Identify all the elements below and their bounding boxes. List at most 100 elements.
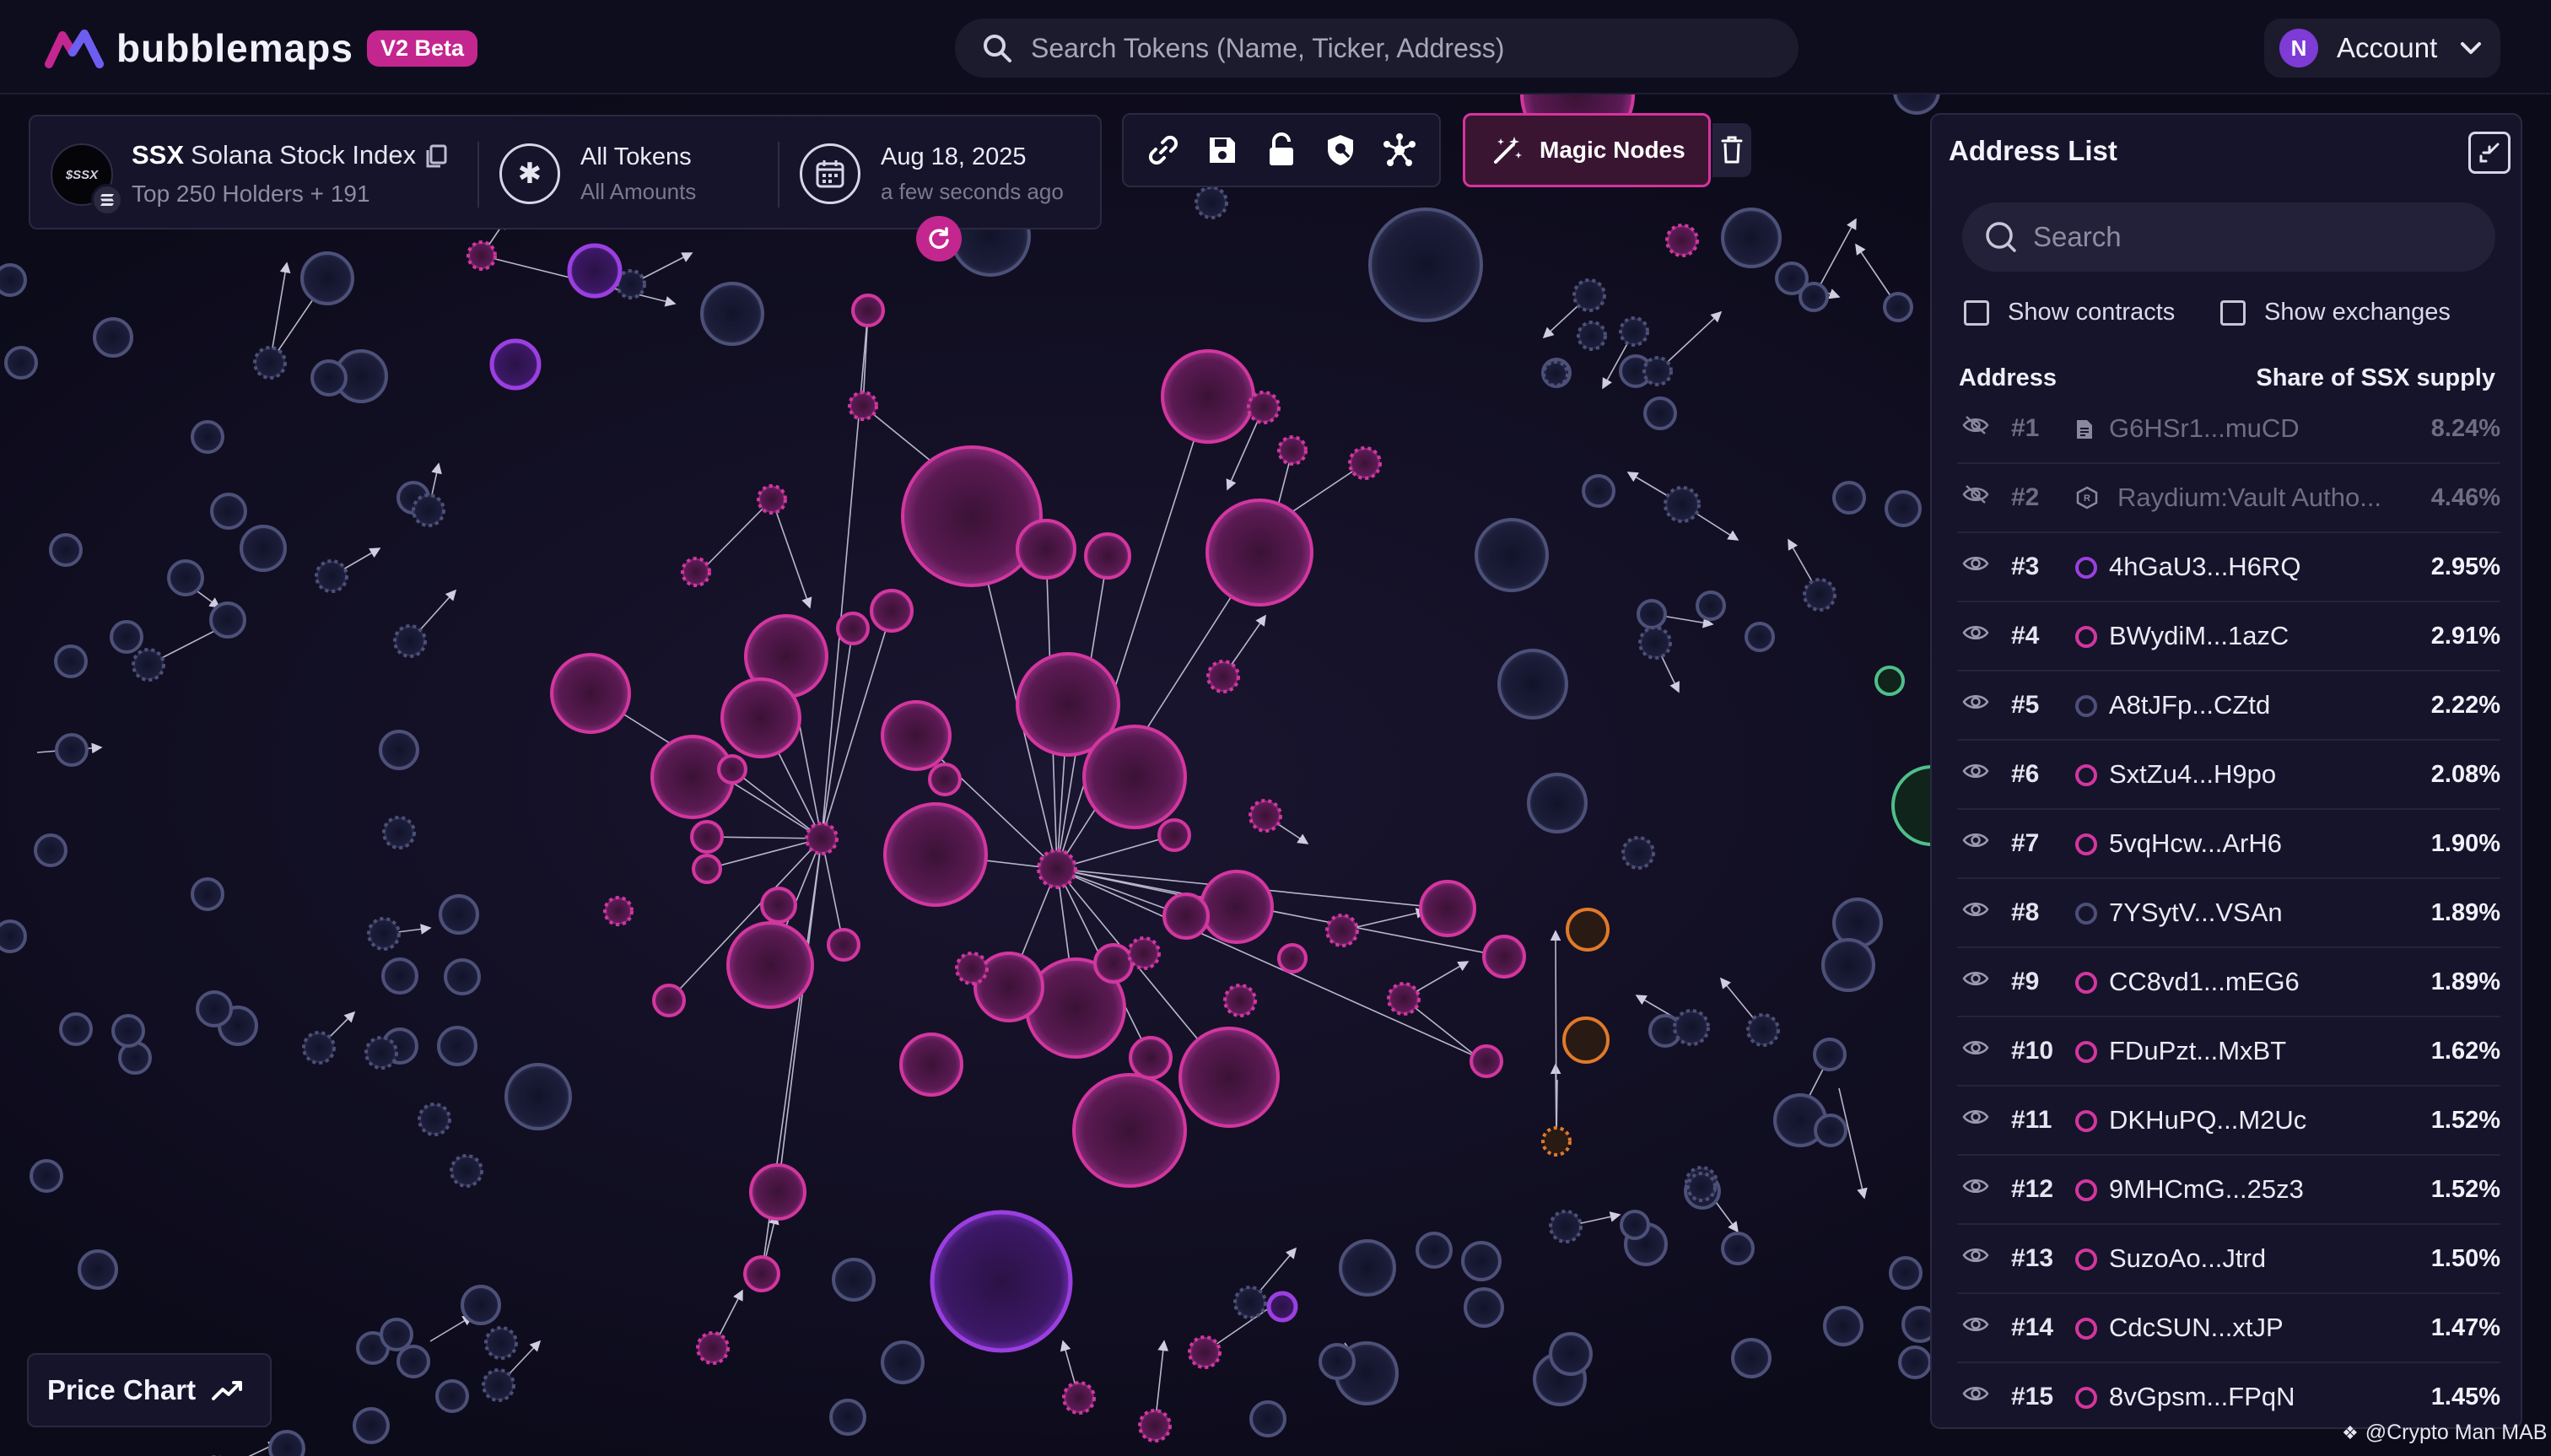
holder-bubble[interactable] (696, 1331, 730, 1365)
holder-bubble[interactable] (928, 763, 962, 796)
eye-off-icon[interactable] (1962, 415, 1989, 439)
holder-bubble[interactable] (567, 243, 623, 299)
holder-bubble[interactable] (743, 1255, 780, 1292)
holder-bubble[interactable] (196, 990, 233, 1027)
column-header-share[interactable]: Share of SSX supply (2256, 364, 2495, 392)
holder-bubble[interactable] (1883, 292, 1913, 322)
holder-bubble[interactable] (1277, 943, 1308, 973)
holder-bubble[interactable] (1348, 446, 1382, 480)
holder-bubble[interactable] (1619, 316, 1649, 347)
holder-bubble[interactable] (603, 896, 634, 926)
eye-icon[interactable] (1962, 761, 1989, 785)
holder-bubble[interactable] (461, 1285, 501, 1325)
holder-bubble[interactable] (1620, 1210, 1650, 1240)
eye-icon[interactable] (1962, 1176, 1989, 1200)
holder-bubble[interactable] (1461, 1241, 1502, 1281)
account-menu-button[interactable]: N Account (2264, 19, 2500, 78)
holder-bubble[interactable] (1482, 935, 1526, 979)
holder-bubble[interactable] (749, 1163, 806, 1221)
eye-icon[interactable] (1962, 623, 1989, 647)
holder-bubble[interactable] (757, 484, 787, 515)
holder-bubble[interactable] (1062, 1381, 1096, 1415)
holder-bubble[interactable] (836, 612, 870, 645)
holder-bubble[interactable] (1127, 936, 1161, 970)
address-row[interactable]: #6 SxtZu4...H9po 2.08% (1957, 741, 2500, 810)
eye-icon[interactable] (1962, 899, 1989, 924)
holder-address[interactable]: DKHuPQ...M2Uc (2109, 1105, 2306, 1135)
holder-bubble[interactable] (1823, 1306, 1863, 1346)
link-button[interactable] (1140, 127, 1187, 174)
holder-bubble[interactable] (1387, 982, 1421, 1016)
calendar-icon[interactable] (800, 143, 860, 204)
eye-icon[interactable] (1962, 1383, 1989, 1408)
holder-bubble[interactable] (418, 1103, 451, 1136)
holder-bubble[interactable] (1475, 518, 1549, 592)
holder-bubble[interactable] (1497, 649, 1568, 720)
holder-bubble[interactable] (268, 1430, 305, 1456)
holder-bubble[interactable] (504, 1063, 572, 1130)
eye-icon[interactable] (1962, 1314, 1989, 1339)
holder-bubble[interactable] (1572, 278, 1606, 312)
holder-bubble[interactable] (1249, 799, 1282, 833)
holder-bubble[interactable] (1821, 938, 1875, 992)
holder-bubble[interactable] (720, 677, 801, 758)
holder-address[interactable]: CC8vd1...mEG6 (2109, 967, 2300, 997)
holder-bubble[interactable] (550, 653, 631, 734)
holder-bubble[interactable] (1673, 1009, 1710, 1046)
holder-bubble[interactable] (1814, 1114, 1847, 1147)
holder-bubble[interactable] (191, 420, 224, 454)
holder-address[interactable]: SxtZu4...H9po (2109, 759, 2276, 790)
holder-bubble[interactable] (1162, 892, 1210, 940)
eye-off-icon[interactable] (1962, 484, 1989, 509)
holder-bubble[interactable] (1577, 321, 1607, 351)
holder-bubble[interactable] (1157, 818, 1191, 852)
holder-bubble[interactable] (1746, 1013, 1780, 1047)
holder-bubble[interactable] (1731, 1338, 1772, 1378)
token-filter-title[interactable]: All Tokens (580, 143, 692, 171)
holder-bubble[interactable] (1247, 391, 1281, 424)
show-contracts-toggle[interactable]: Show contracts (1964, 299, 2175, 326)
holder-bubble[interactable] (379, 730, 419, 770)
holder-bubble[interactable] (93, 317, 133, 358)
holder-bubble[interactable] (1223, 984, 1257, 1017)
holder-bubble[interactable] (240, 525, 287, 572)
holder-bubble[interactable] (851, 294, 885, 327)
holder-bubble[interactable] (1195, 186, 1228, 219)
holder-bubble[interactable] (1266, 1291, 1298, 1323)
holder-bubble[interactable] (881, 1340, 925, 1384)
eye-icon[interactable] (1962, 968, 1989, 993)
holder-bubble[interactable] (760, 887, 797, 924)
holder-bubble[interactable] (380, 1318, 413, 1351)
holder-bubble[interactable] (1205, 499, 1313, 607)
clear-magic-nodes-button[interactable] (1712, 123, 1751, 177)
holder-bubble[interactable] (1642, 356, 1673, 386)
holder-bubble[interactable] (300, 251, 354, 305)
holder-bubble[interactable] (1277, 435, 1308, 466)
holder-bubble[interactable] (1686, 1172, 1717, 1202)
holder-bubble[interactable] (444, 958, 481, 995)
show-contracts-checkbox[interactable] (1964, 299, 1989, 326)
holder-bubble[interactable] (1832, 481, 1866, 515)
holder-bubble[interactable] (4, 346, 38, 380)
holder-bubble[interactable] (450, 1154, 483, 1188)
holder-address[interactable]: 9MHCmG...25z3 (2109, 1174, 2304, 1205)
holder-bubble[interactable] (34, 833, 67, 867)
holder-bubble[interactable] (1803, 578, 1836, 612)
holder-bubble[interactable] (1093, 943, 1134, 984)
holder-bubble[interactable] (0, 919, 27, 953)
holder-bubble[interactable] (353, 1407, 390, 1444)
holder-bubble[interactable] (30, 1159, 63, 1193)
holder-bubble[interactable] (209, 601, 246, 639)
shield-button[interactable] (1317, 127, 1364, 174)
eye-icon[interactable] (1962, 1038, 1989, 1062)
address-row[interactable]: #1 G6HSr1...muCD 8.24% (1957, 395, 2500, 464)
address-row[interactable]: #8 7YSytV...VSAn 1.89% (1957, 879, 2500, 948)
holder-bubble[interactable] (1416, 1232, 1453, 1269)
holder-bubble[interactable] (1178, 1027, 1280, 1128)
holder-bubble[interactable] (412, 493, 445, 527)
holder-bubble[interactable] (364, 1036, 398, 1070)
eye-icon[interactable] (1962, 692, 1989, 716)
holder-bubble[interactable] (1721, 1232, 1755, 1265)
holder-address[interactable]: 8vGpsm...FPqN (2109, 1382, 2295, 1412)
holder-bubble[interactable] (690, 820, 724, 854)
